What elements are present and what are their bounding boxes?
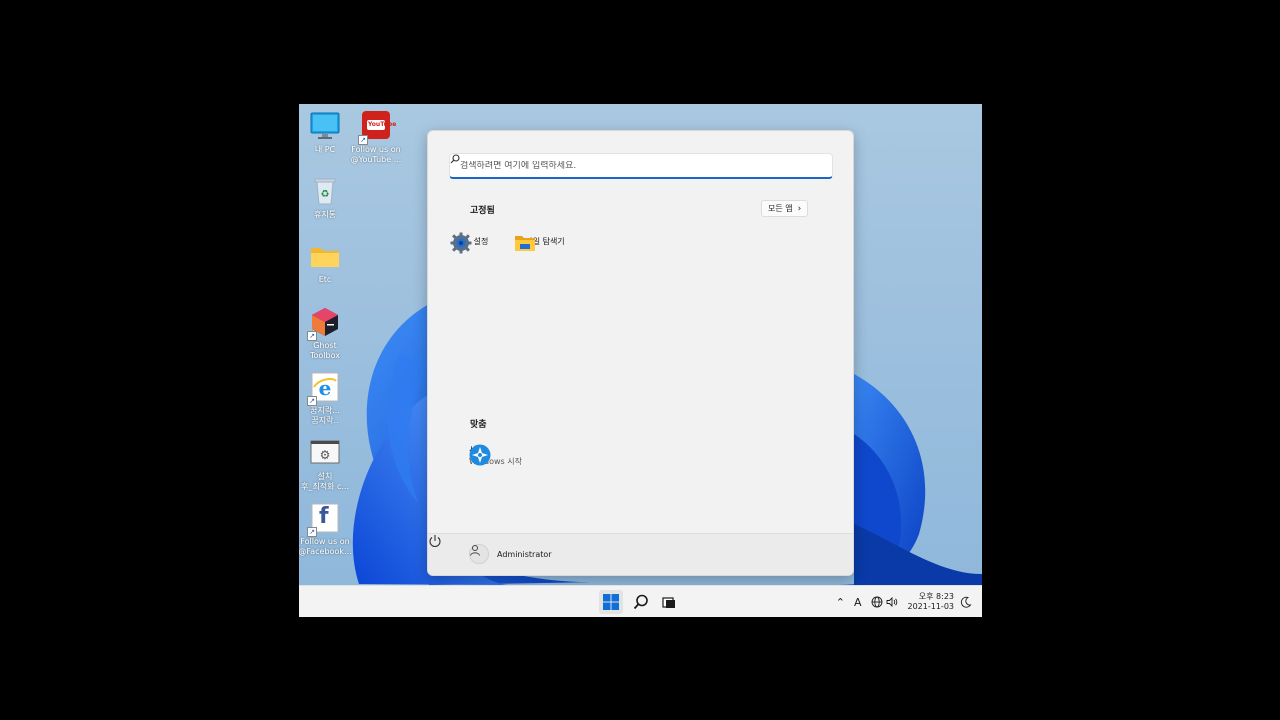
pinned-app-settings[interactable]: 설정: [450, 232, 512, 254]
user-account-button[interactable]: Administrator: [469, 544, 552, 564]
speaker-volume-icon[interactable]: [886, 596, 898, 608]
desktop-icon-this-pc[interactable]: 내 PC: [299, 110, 354, 155]
desktop-icon-label: @Facebook...: [299, 547, 352, 556]
facebook-icon: f ↗: [307, 502, 341, 537]
desktop-icon-label: 꿈지락...: [310, 406, 340, 415]
desktop-icon-label: Ghost: [313, 341, 337, 350]
desktop-icon-ghost-toolbox[interactable]: ↗ Ghost Toolbox: [299, 306, 354, 361]
search-icon: [450, 154, 460, 164]
facebook-badge-text: f: [319, 504, 329, 529]
taskbar-search-button[interactable]: [629, 590, 653, 614]
chevron-up-icon[interactable]: ⌃: [836, 596, 845, 609]
monitor-icon: [309, 110, 341, 142]
power-icon[interactable]: [428, 534, 442, 548]
svg-text:♻: ♻: [321, 189, 330, 200]
desktop-icon-etc-folder[interactable]: Etc: [299, 240, 354, 285]
search-icon: [633, 594, 648, 610]
focus-assist-moon-icon[interactable]: [960, 596, 972, 608]
user-name: Administrator: [497, 549, 552, 559]
get-started-icon: [469, 444, 491, 466]
globe-network-icon[interactable]: [871, 596, 883, 608]
chevron-right-icon: ›: [797, 203, 802, 214]
start-menu-footer: Administrator: [428, 533, 853, 575]
desktop-icon-internet-explorer[interactable]: e ↗ 꿈지락... 꿈지락..: [299, 371, 354, 426]
desktop-icon-youtube[interactable]: YouTube ↗ Follow us on @YouTube ...: [347, 110, 405, 165]
youtube-badge-text: YouTube: [368, 121, 397, 128]
desktop-icon-optimize-script[interactable]: ⚙ 설치 후_최적화 c...: [299, 437, 354, 492]
start-button[interactable]: [599, 590, 623, 614]
desktop-icon-label: 휴지통: [313, 210, 337, 219]
desktop-icon-label: Follow us on: [351, 145, 401, 154]
settings-script-icon: ⚙: [309, 437, 341, 469]
desktop-icon-label: 설치: [317, 472, 333, 481]
shortcut-arrow-icon: ↗: [358, 135, 368, 145]
recommended-item-get-started[interactable]: 시작 Windows 시작: [469, 444, 522, 467]
svg-text:⚙: ⚙: [320, 448, 331, 462]
shortcut-arrow-icon: ↗: [307, 396, 317, 406]
desktop-icon-label: @YouTube ...: [350, 155, 402, 164]
shortcut-arrow-icon: ↗: [307, 331, 317, 341]
desktop-icon-label: Etc: [318, 275, 332, 284]
start-search-box[interactable]: [449, 153, 833, 179]
desktop-icon-label: 후_최적화 c...: [300, 482, 349, 491]
system-tray: ⌃ A 오후 8:23 2021-11-03: [836, 586, 972, 617]
desktop-icon-label: Follow us on: [300, 537, 350, 546]
internet-explorer-icon: e ↗: [307, 371, 341, 406]
windows-logo-icon: [603, 594, 619, 610]
desktop-icon-label: 꿈지락..: [311, 416, 339, 425]
ghost-toolbox-icon: ↗: [307, 306, 341, 341]
user-avatar-icon: [469, 544, 489, 564]
desktop-icon-label: 내 PC: [314, 145, 336, 154]
task-view-button[interactable]: [657, 590, 681, 614]
task-view-icon: [662, 597, 675, 608]
pinned-app-label: 설정: [473, 237, 489, 246]
desktop-screen: 내 PC YouTube ↗ Follow us on @YouTube ...…: [299, 104, 982, 617]
pinned-section-title: 고정됨: [470, 206, 495, 216]
search-input[interactable]: [460, 160, 790, 171]
recycle-bin-icon: ♻: [309, 175, 341, 207]
all-apps-label: 모든 앱: [768, 204, 793, 213]
clock-date: 2021-11-03: [907, 602, 955, 611]
pinned-app-file-explorer[interactable]: 파일 탐색기: [514, 232, 576, 251]
file-explorer-icon: [515, 236, 535, 251]
desktop-wallpaper: 내 PC YouTube ↗ Follow us on @YouTube ...…: [299, 104, 982, 585]
start-menu: 고정됨 모든 앱 › 설: [427, 130, 854, 576]
all-apps-button[interactable]: 모든 앱 ›: [761, 200, 809, 217]
input-indicator[interactable]: A: [854, 596, 862, 609]
settings-gear-icon: [450, 232, 472, 254]
clock-time: 오후 8:23: [918, 592, 954, 601]
taskbar: ⌃ A 오후 8:23 2021-11-03: [299, 585, 982, 617]
taskbar-clock[interactable]: 오후 8:23 2021-11-03: [908, 592, 955, 612]
desktop-icon-facebook[interactable]: f ↗ Follow us on @Facebook...: [299, 502, 354, 557]
desktop-icon-label: Toolbox: [310, 351, 340, 360]
desktop-icon-recycle-bin[interactable]: ♻ 휴지통: [299, 175, 354, 220]
folder-icon: [309, 240, 341, 272]
shortcut-arrow-icon: ↗: [307, 527, 317, 537]
recommended-section-title: 맞춤: [470, 420, 487, 430]
youtube-icon: YouTube ↗: [358, 110, 396, 145]
